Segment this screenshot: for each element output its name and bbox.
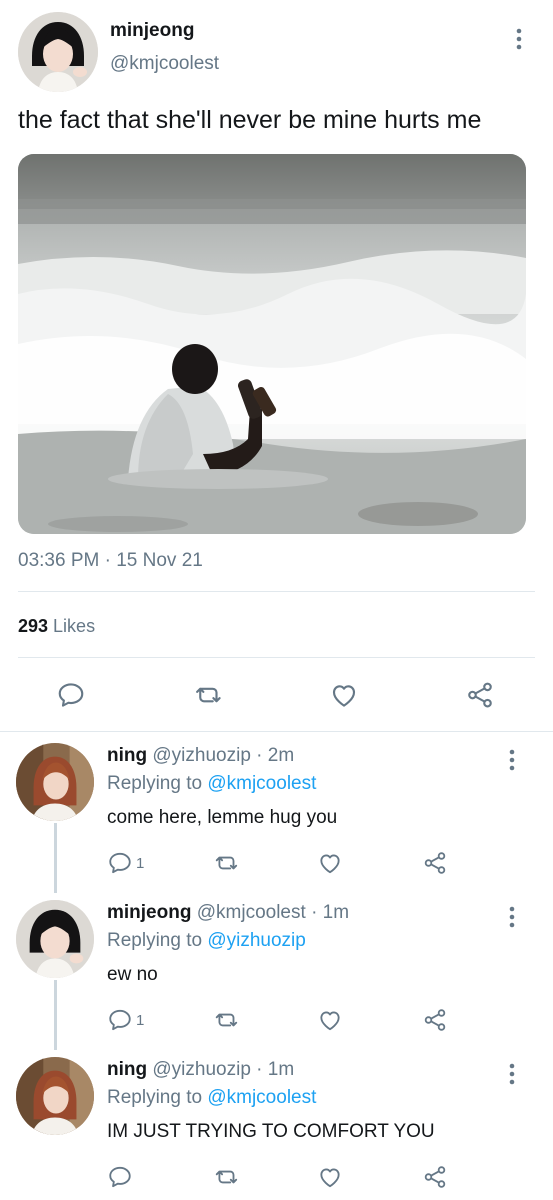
tweet-action-bar [0,672,553,718]
reply-tweet[interactable]: ning @yizhuozip · 1m Replying to @kmjcoo… [0,1049,553,1200]
reply-time: · 1m [256,1059,295,1080]
reply-count: 1 [136,854,145,872]
avatar[interactable] [16,900,94,978]
reply-time: · 1m [311,902,350,923]
replying-to: Replying to @kmjcoolest [107,773,317,794]
reply-text: IM JUST TRYING TO COMFORT YOU [107,1121,435,1142]
tweet-timestamp: 03:36 PM · 15 Nov 21 [18,550,203,571]
reply-text: come here, lemme hug you [107,807,338,828]
reply-action-bar: 1 [0,1004,553,1036]
mention-link[interactable]: @kmjcoolest [207,1087,316,1108]
reply-tweet[interactable]: ning @yizhuozip · 2m Replying to @kmjcoo… [0,735,553,892]
mention-link[interactable]: @kmjcoolest [207,773,316,794]
mention-link[interactable]: @yizhuozip [207,930,306,951]
reply-tweet[interactable]: minjeong @kmjcoolest · 1m Replying to @y… [0,892,553,1049]
like-icon[interactable] [317,1004,343,1036]
like-icon[interactable] [317,1161,343,1193]
reply-action-bar: 1 [0,847,553,879]
reply-text: ew no [107,964,158,985]
more-options-icon[interactable] [500,1061,524,1087]
share-icon[interactable] [457,672,503,718]
share-icon[interactable] [422,1161,448,1193]
retweet-icon[interactable] [214,1004,240,1036]
replying-to: Replying to @yizhuozip [107,930,306,951]
more-options-icon[interactable] [500,747,524,773]
tweet-text: the fact that she'll never be mine hurts… [18,106,482,134]
divider [0,731,553,732]
avatar[interactable] [16,743,94,821]
author-avatar[interactable] [18,12,98,92]
reply-author-handle[interactable]: @yizhuozip [152,745,251,766]
share-icon[interactable] [422,1004,448,1036]
reply-icon[interactable]: 1 [107,1004,144,1036]
reply-author-name[interactable]: minjeong [107,902,191,923]
divider [18,657,535,658]
author-handle[interactable]: @kmjcoolest [110,53,219,75]
more-options-icon[interactable] [500,904,524,930]
retweet-icon[interactable] [214,1161,240,1193]
like-icon[interactable] [317,847,343,879]
reply-icon[interactable]: 1 [107,847,144,879]
reply-author-handle[interactable]: @kmjcoolest [197,902,306,923]
reply-action-bar [0,1161,553,1193]
retweet-icon[interactable] [214,847,240,879]
divider [18,591,535,592]
likes-count[interactable]: 293 Likes [18,616,95,637]
reply-author-name[interactable]: ning [107,1059,147,1080]
reply-author-handle[interactable]: @yizhuozip [152,1059,251,1080]
avatar[interactable] [16,1057,94,1135]
reply-count: 1 [136,1011,145,1029]
reply-time: · 2m [256,745,295,766]
reply-author-name[interactable]: ning [107,745,147,766]
reply-icon[interactable] [48,672,94,718]
more-options-icon[interactable] [507,26,531,52]
author-name[interactable]: minjeong [110,20,194,42]
retweet-icon[interactable] [186,672,232,718]
reply-icon[interactable] [107,1161,136,1193]
replying-to: Replying to @kmjcoolest [107,1087,317,1108]
like-icon[interactable] [321,672,367,718]
share-icon[interactable] [422,847,448,879]
tweet-image[interactable] [18,154,526,534]
